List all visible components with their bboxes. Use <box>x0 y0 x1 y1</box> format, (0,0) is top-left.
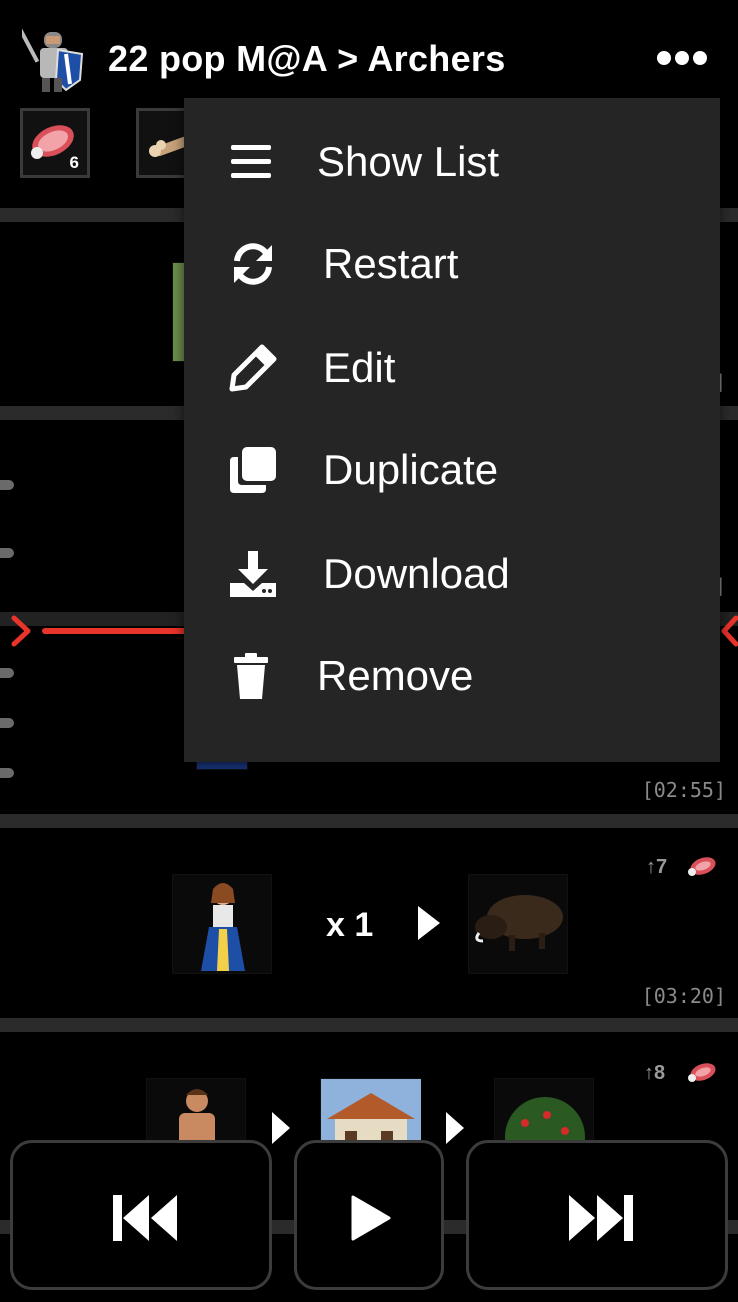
step-arrow-icon <box>272 1112 290 1144</box>
menu-item-download[interactable]: Download <box>184 524 720 624</box>
population-indicator: ↑8 <box>644 1062 666 1084</box>
more-options-button[interactable] <box>654 40 710 76</box>
man-at-arms-avatar <box>22 25 84 92</box>
menu-item-label: Duplicate <box>323 446 499 493</box>
step-card[interactable]: ↑7 x 1 [03:20] <box>0 828 738 1018</box>
current-step-marker-line <box>42 628 187 634</box>
page-title: 22 pop M@A > Archers <box>108 38 506 79</box>
villager-female-icon <box>201 883 245 971</box>
side-indicator-dot <box>0 718 14 728</box>
copy-icon <box>230 447 276 493</box>
menu-item-duplicate[interactable]: Duplicate <box>184 420 720 520</box>
boar-thumbnail <box>468 874 568 974</box>
current-step-left-arrow-icon <box>11 615 31 647</box>
options-menu: Show List Restart Edit Duplicate Downloa… <box>184 98 720 762</box>
current-step-right-arrow-icon <box>721 615 738 647</box>
menu-item-label: Remove <box>317 652 474 699</box>
more-dot-icon <box>657 51 671 65</box>
step-arrow-icon <box>446 1112 464 1144</box>
menu-item-remove[interactable]: Remove <box>184 626 720 726</box>
more-dot-icon <box>675 51 689 65</box>
menu-item-restart[interactable]: Restart <box>184 214 720 314</box>
step-multiplier: x 1 <box>326 906 374 944</box>
play-button[interactable] <box>294 1140 444 1290</box>
side-indicator-dot <box>0 548 14 558</box>
population-indicator: ↑7 <box>646 856 668 878</box>
trash-icon <box>234 653 268 699</box>
meat-icon <box>688 1063 716 1082</box>
download-icon <box>230 551 276 597</box>
menu-item-label: Restart <box>323 240 459 287</box>
skip-forward-icon <box>569 1195 633 1241</box>
next-step-button[interactable] <box>466 1140 728 1290</box>
resource-food-count: 6 <box>69 153 79 172</box>
more-dot-icon <box>693 51 707 65</box>
menu-item-edit[interactable]: Edit <box>184 318 720 418</box>
resource-food-box[interactable]: 6 <box>20 108 90 178</box>
step-time: [02:55] <box>641 778 726 802</box>
villager-female-thumbnail <box>172 874 272 974</box>
side-indicator-dot <box>0 768 14 778</box>
previous-step-button[interactable] <box>10 1140 272 1290</box>
menu-item-label: Download <box>323 550 510 597</box>
separator <box>0 814 738 828</box>
skip-back-icon <box>113 1195 177 1241</box>
list-icon <box>231 145 271 178</box>
boar-icon <box>475 895 563 951</box>
separator <box>0 1018 738 1032</box>
menu-item-label: Edit <box>323 344 396 391</box>
side-indicator-dot <box>0 668 14 678</box>
menu-item-show-list[interactable]: Show List <box>184 112 720 212</box>
menu-item-label: Show List <box>317 138 500 185</box>
step-time: [03:20] <box>641 984 726 1008</box>
side-indicator-dot <box>0 480 14 490</box>
pencil-icon <box>229 344 277 392</box>
play-icon <box>351 1195 391 1241</box>
step-arrow-icon <box>418 906 440 940</box>
meat-icon <box>688 857 716 876</box>
refresh-icon <box>234 243 272 285</box>
